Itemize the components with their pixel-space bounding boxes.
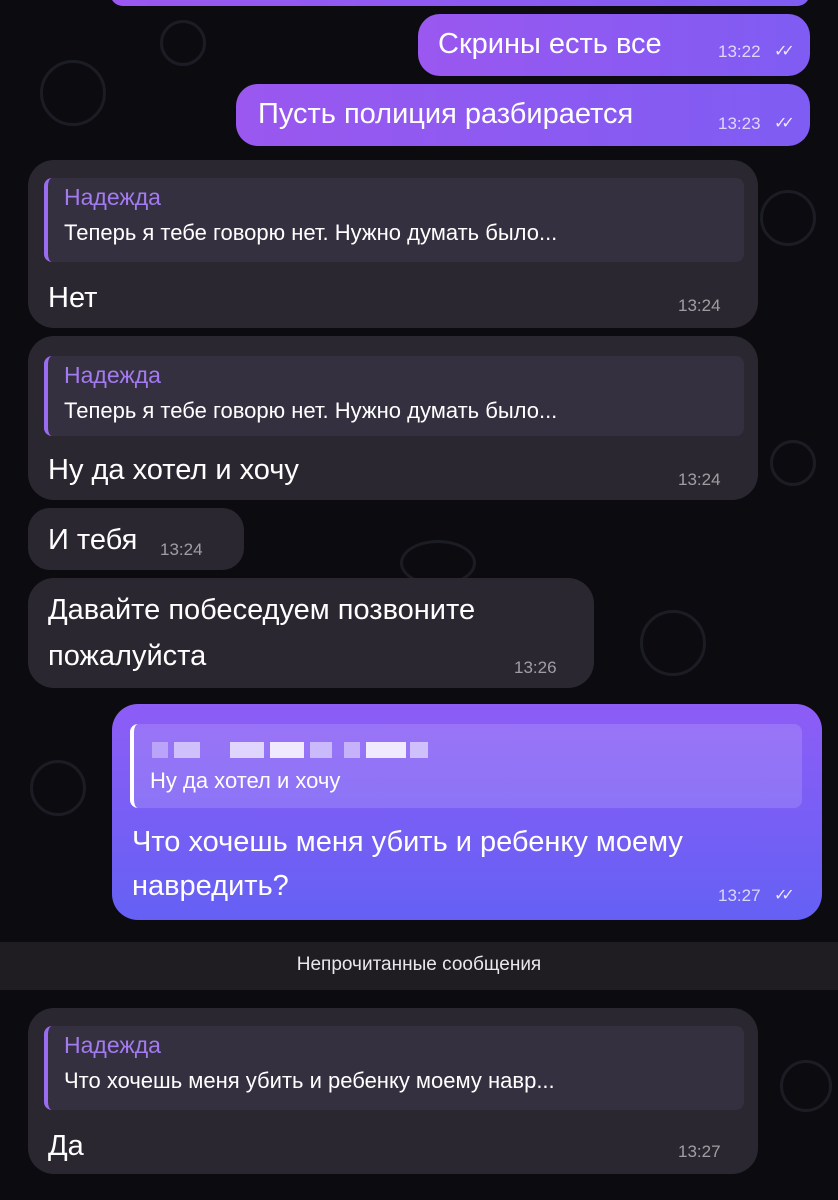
reply-author: Надежда (64, 362, 161, 388)
double-check-icon: ✓✓ (774, 887, 795, 904)
background-doodle (640, 610, 706, 676)
reply-quote[interactable]: Ну да хотел и хочу (130, 724, 802, 808)
background-doodle (160, 20, 206, 66)
message-time: 13:24 (678, 470, 721, 489)
message-time: 13:23 (718, 114, 761, 133)
message-text: Пусть полиция разбирается (258, 98, 634, 130)
blurred-name (270, 742, 304, 758)
blurred-name (366, 742, 406, 758)
double-check-icon: ✓✓ (774, 115, 795, 132)
message-text: Скрины есть все (438, 28, 662, 60)
reply-author: Надежда (64, 184, 161, 210)
background-doodle (40, 60, 106, 126)
reply-author: Надежда (64, 1032, 161, 1058)
message-bubble-outgoing[interactable]: Ну да хотел и хочу Что хочешь меня убить… (112, 704, 822, 920)
message-bubble-incoming[interactable]: Надежда Что хочешь меня убить и ребенку … (28, 1008, 758, 1174)
message-bubble-incoming[interactable]: Надежда Теперь я тебе говорю нет. Нужно … (28, 160, 758, 328)
unread-divider-label: Непрочитанные сообщения (296, 954, 542, 975)
reply-quote[interactable]: Надежда Теперь я тебе говорю нет. Нужно … (44, 356, 744, 436)
reply-text: Что хочешь меня убить и ребенку моему на… (64, 1068, 555, 1093)
background-doodle (780, 1060, 832, 1112)
blurred-name (344, 742, 360, 758)
message-bubble-incoming[interactable]: Давайте побеседуем позвоните пожалуйста … (28, 578, 594, 688)
chat-area[interactable]: Скрины есть все 13:22 ✓✓ Пусть полиция р… (0, 0, 838, 1200)
message-text-line2: навредить? (132, 870, 289, 902)
background-doodle (30, 760, 86, 816)
blurred-name (310, 742, 332, 758)
message-bubble-outgoing[interactable]: Пусть полиция разбирается 13:23 ✓✓ (236, 84, 810, 146)
reply-quote[interactable]: Надежда Теперь я тебе говорю нет. Нужно … (44, 178, 744, 262)
message-text: Ну да хотел и хочу (48, 454, 299, 486)
message-text-line1: Что хочешь меня убить и ребенку моему (132, 826, 683, 858)
background-doodle (760, 190, 816, 246)
reply-text: Ну да хотел и хочу (150, 768, 341, 793)
message-time: 13:26 (514, 658, 557, 677)
message-text: Нет (48, 282, 98, 314)
message-bubble-partial[interactable] (110, 0, 810, 6)
reply-text: Теперь я тебе говорю нет. Нужно думать б… (64, 398, 558, 423)
background-doodle (770, 440, 816, 486)
message-time: 13:24 (160, 540, 203, 559)
reply-text: Теперь я тебе говорю нет. Нужно думать б… (64, 220, 558, 245)
blurred-name (410, 742, 428, 758)
message-time: 13:22 (718, 42, 761, 61)
message-bubble-outgoing[interactable]: Скрины есть все 13:22 ✓✓ (418, 14, 810, 76)
double-check-icon: ✓✓ (774, 43, 795, 60)
message-text: Да (48, 1130, 84, 1162)
message-text-line2: пожалуйста (48, 640, 207, 672)
blurred-name (230, 742, 264, 758)
unread-divider: Непрочитанные сообщения (0, 942, 838, 990)
message-text: И тебя (48, 524, 138, 556)
message-time: 13:24 (678, 296, 721, 315)
blurred-name (174, 742, 200, 758)
reply-quote[interactable]: Надежда Что хочешь меня убить и ребенку … (44, 1026, 744, 1110)
message-bubble-incoming[interactable]: И тебя 13:24 (28, 508, 244, 570)
message-time: 13:27 (678, 1142, 721, 1161)
message-text-line1: Давайте побеседуем позвоните (48, 594, 476, 626)
blurred-name (152, 742, 168, 758)
message-bubble-incoming[interactable]: Надежда Теперь я тебе говорю нет. Нужно … (28, 336, 758, 500)
message-time: 13:27 (718, 886, 761, 905)
